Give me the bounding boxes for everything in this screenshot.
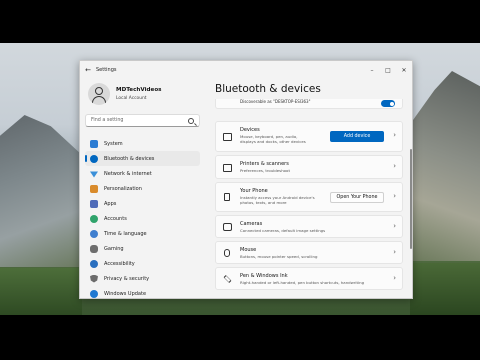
bluetooth-toggle-label: On xyxy=(372,97,378,102)
title-bar: ← Settings – □ ✕ xyxy=(80,61,412,79)
your-phone-subtitle: Instantly access your Android device's p… xyxy=(240,195,315,205)
chevron-right-icon[interactable]: › xyxy=(393,192,396,200)
nav-list: System Bluetooth & devices Network & int… xyxy=(85,136,200,298)
update-icon xyxy=(90,289,98,298)
sidebar-item-label: Personalization xyxy=(104,185,142,192)
printers-title: Printers & scanners xyxy=(240,161,289,167)
sidebar-item-privacy[interactable]: Privacy & security xyxy=(85,271,200,286)
monitor-icon xyxy=(90,139,98,148)
trees-left xyxy=(0,268,82,315)
sidebar-item-label: Accessibility xyxy=(104,260,135,267)
sidebar-item-accessibility[interactable]: Accessibility xyxy=(85,256,200,271)
mouse-subtitle: Buttons, mouse pointer speed, scrolling xyxy=(240,254,318,259)
pen-icon xyxy=(223,275,232,283)
sidebar-item-gaming[interactable]: Gaming xyxy=(85,241,200,256)
printers-subtitle: Preferences, troubleshoot xyxy=(240,168,290,173)
chevron-right-icon[interactable]: › xyxy=(393,222,396,230)
printers-card[interactable]: Printers & scanners Preferences, trouble… xyxy=(215,155,403,179)
sidebar-item-label: Bluetooth & devices xyxy=(104,155,155,162)
your-phone-card[interactable]: Your Phone Instantly access your Android… xyxy=(215,182,403,212)
cameras-card[interactable]: Cameras Connected cameras, default image… xyxy=(215,215,403,238)
sidebar-item-apps[interactable]: Apps xyxy=(85,196,200,211)
mouse-icon xyxy=(224,249,230,257)
profile[interactable]: MDTechVideos Local Account xyxy=(88,83,203,107)
sidebar-item-windows-update[interactable]: Windows Update xyxy=(85,286,200,298)
accessibility-icon xyxy=(90,259,98,268)
apps-icon xyxy=(90,199,98,208)
your-phone-title: Your Phone xyxy=(240,188,268,194)
settings-window: ← Settings – □ ✕ MDTechVideos Local Acco… xyxy=(79,60,413,299)
search-icon xyxy=(188,117,194,124)
search-input[interactable]: Find a setting xyxy=(85,114,200,127)
devices-subtitle: Mouse, keyboard, pen, audio, displays an… xyxy=(240,134,306,144)
sidebar-item-label: Privacy & security xyxy=(104,275,150,282)
devices-title: Devices xyxy=(240,127,260,133)
devices-card[interactable]: Devices Mouse, keyboard, pen, audio, dis… xyxy=(215,121,403,152)
globe-icon xyxy=(90,229,98,238)
minimize-icon[interactable]: – xyxy=(364,67,380,74)
chevron-right-icon[interactable]: › xyxy=(393,131,396,139)
sidebar-item-accounts[interactable]: Accounts xyxy=(85,211,200,226)
brush-icon xyxy=(90,184,98,193)
cameras-title: Cameras xyxy=(240,221,263,227)
chevron-right-icon[interactable]: › xyxy=(393,162,396,170)
open-your-phone-button[interactable]: Open Your Phone xyxy=(330,192,384,203)
sidebar-item-label: Apps xyxy=(104,200,117,207)
sidebar-item-label: Accounts xyxy=(104,215,127,222)
person-icon xyxy=(90,214,98,223)
discoverable-text: Discoverable as "DESKTOP-ESI363" xyxy=(240,99,311,104)
sidebar-item-label: Windows Update xyxy=(104,290,147,297)
page-title: Bluetooth & devices xyxy=(215,83,321,95)
bluetooth-toggle[interactable] xyxy=(381,100,395,107)
sidebar-item-personalization[interactable]: Personalization xyxy=(85,181,200,196)
search-placeholder: Find a setting xyxy=(91,118,124,123)
user-head-icon xyxy=(95,87,103,95)
bluetooth-card: Discoverable as "DESKTOP-ESI363" On xyxy=(215,99,403,109)
maximize-icon[interactable]: □ xyxy=(380,67,396,74)
shield-icon xyxy=(90,274,98,283)
mouse-card[interactable]: Mouse Buttons, mouse pointer speed, scro… xyxy=(215,241,403,264)
sidebar-item-network[interactable]: Network & internet xyxy=(85,166,200,181)
user-body-icon xyxy=(92,96,106,105)
pen-ink-subtitle: Right-handed or left-handed, pen button … xyxy=(240,280,365,285)
devices-icon xyxy=(223,133,232,141)
scrollbar[interactable] xyxy=(410,149,412,249)
phone-icon xyxy=(224,193,230,201)
sidebar: MDTechVideos Local Account Find a settin… xyxy=(80,79,206,298)
cameras-subtitle: Connected cameras, default image setting… xyxy=(240,228,326,233)
sidebar-item-label: Network & internet xyxy=(104,170,152,177)
trees-right xyxy=(410,263,480,315)
mouse-title: Mouse xyxy=(240,247,257,253)
back-arrow-icon[interactable]: ← xyxy=(80,66,96,74)
profile-name: MDTechVideos xyxy=(116,87,162,93)
desktop-background: ← Settings – □ ✕ MDTechVideos Local Acco… xyxy=(0,43,480,315)
sidebar-item-label: System xyxy=(104,140,123,147)
profile-account-type: Local Account xyxy=(116,96,147,101)
printer-icon xyxy=(223,164,232,172)
controller-icon xyxy=(90,244,98,253)
chevron-right-icon[interactable]: › xyxy=(393,248,396,256)
pen-ink-card[interactable]: Pen & Windows Ink Right-handed or left-h… xyxy=(215,267,403,290)
bluetooth-icon xyxy=(90,154,98,163)
sidebar-item-bluetooth[interactable]: Bluetooth & devices xyxy=(85,151,200,166)
sidebar-item-time-language[interactable]: Time & language xyxy=(85,226,200,241)
mountain-left xyxy=(0,115,82,267)
main-content: Bluetooth & devices Discoverable as "DES… xyxy=(206,79,412,298)
window-title: Settings xyxy=(96,67,117,73)
wifi-icon xyxy=(90,171,98,178)
close-icon[interactable]: ✕ xyxy=(396,67,412,74)
sidebar-item-system[interactable]: System xyxy=(85,136,200,151)
sidebar-item-label: Time & language xyxy=(104,230,147,237)
camera-icon xyxy=(223,223,232,231)
sidebar-item-label: Gaming xyxy=(104,245,124,252)
mountain-right xyxy=(410,71,480,261)
avatar xyxy=(88,83,110,105)
pen-ink-title: Pen & Windows Ink xyxy=(240,273,288,279)
add-device-button[interactable]: Add device xyxy=(330,131,384,142)
chevron-right-icon[interactable]: › xyxy=(393,274,396,282)
